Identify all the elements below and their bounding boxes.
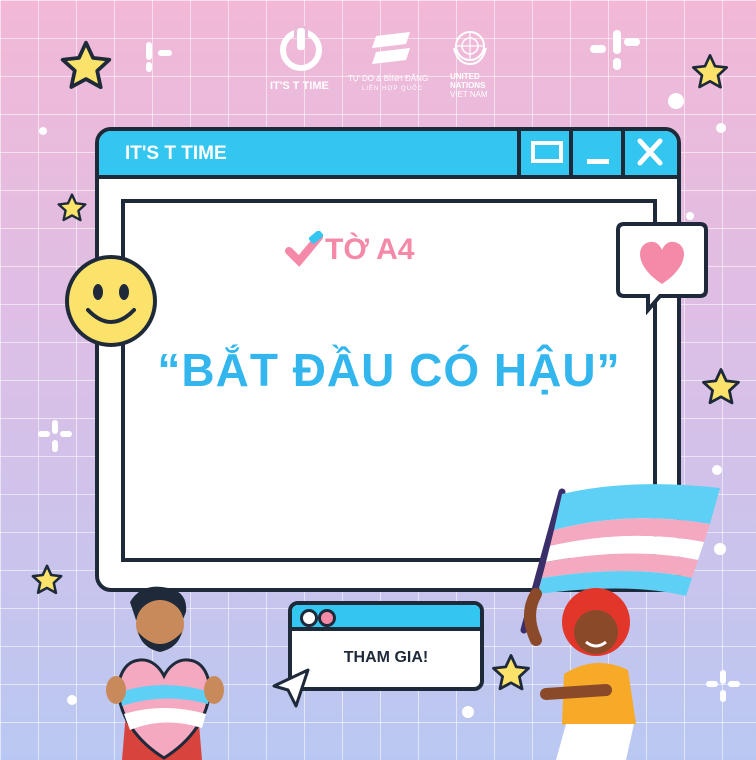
maximize-icon <box>531 141 563 163</box>
star-icon <box>57 193 87 222</box>
maximize-button[interactable] <box>517 131 573 175</box>
close-icon <box>637 138 663 166</box>
check-pencil-icon <box>285 231 324 267</box>
join-dialog[interactable]: THAM GIA! <box>288 601 484 691</box>
un-emblem-icon <box>453 31 487 66</box>
star-icon <box>692 54 728 89</box>
minimize-icon <box>587 159 609 164</box>
star-icon <box>31 564 63 595</box>
minimize-button[interactable] <box>569 131 625 175</box>
dialog-titlebar <box>292 605 480 631</box>
dialog-dot-icon <box>300 609 318 627</box>
brand-mid-text: TỰ DO & BÌNH ĐẲNG <box>348 74 429 83</box>
person-with-heart-illustration <box>106 586 224 760</box>
headline: “BẮT ĐẦU CÓ HẬU” <box>157 344 621 396</box>
brand-mid-sub-text: LIÊN HỢP QUỐC <box>362 86 424 92</box>
window-titlebar: IT'S T TIME <box>99 131 677 179</box>
star-icon <box>60 40 112 90</box>
smiley-icon <box>65 255 157 347</box>
window-title: IT'S T TIME <box>125 143 227 164</box>
dialog-dot-icon <box>318 609 336 627</box>
person-with-flag-illustration <box>524 588 636 760</box>
un-line1: UNITED <box>450 72 480 81</box>
equal-sign-icon <box>372 32 410 64</box>
star-icon <box>702 368 740 405</box>
un-line2: NATIONS <box>450 81 486 90</box>
close-button[interactable] <box>621 131 677 175</box>
cursor-icon <box>272 668 310 708</box>
heart-bubble-icon <box>616 222 708 316</box>
header-logos: IT'S T TIME TỰ DO & BÌNH ĐẲNG LIÊN HỢP Q… <box>270 20 510 110</box>
brand-left-text: IT'S T TIME <box>270 80 329 92</box>
join-button-label[interactable]: THAM GIA! <box>292 649 480 667</box>
brand-title: TỜ A4 <box>325 233 415 266</box>
poster: IT'S T TIME TỰ DO & BÌNH ĐẲNG LIÊN HỢP Q… <box>0 0 756 760</box>
un-line3: VIET NAM <box>450 90 488 99</box>
power-icon <box>280 26 322 71</box>
